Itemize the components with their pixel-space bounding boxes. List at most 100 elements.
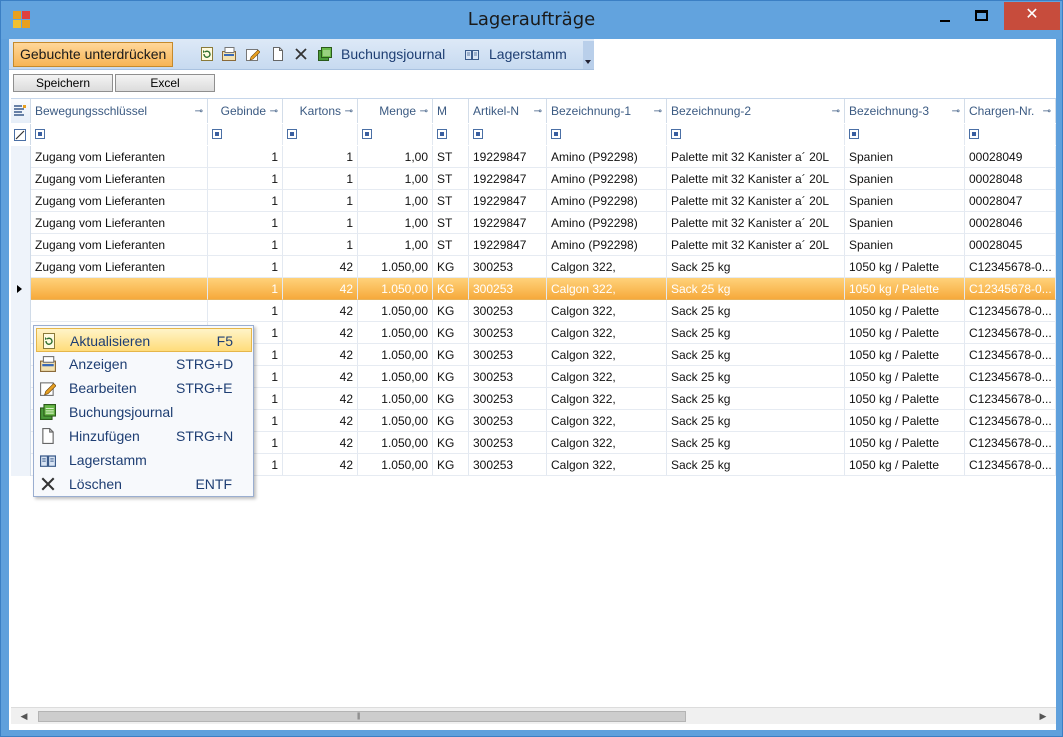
cell-bezeichnung-2[interactable]: Sack 25 kg	[667, 432, 845, 454]
view-icon[interactable]	[222, 47, 236, 61]
cell-mengeneinheit[interactable]: ST	[433, 146, 469, 168]
cell-menge[interactable]: 1.050,00	[358, 344, 433, 366]
cell-kartons[interactable]: 1	[283, 146, 358, 168]
cell-bezeichnung-3[interactable]: 1050 kg / Palette	[845, 322, 965, 344]
new-document-icon[interactable]	[271, 47, 285, 61]
row-selector[interactable]	[11, 168, 31, 190]
cell-bezeichnung-1[interactable]: Amino (P92298)	[547, 212, 667, 234]
column-chooser-icon[interactable]	[11, 99, 31, 123]
toolbar-journal-label[interactable]: Buchungsjournal	[341, 46, 445, 62]
filter-cell-artikel-nr[interactable]	[469, 124, 547, 145]
row-selector[interactable]	[11, 454, 31, 476]
cell-menge[interactable]: 1.050,00	[358, 410, 433, 432]
cell-gebinde[interactable]: 1	[208, 168, 283, 190]
filter-icon[interactable]	[849, 129, 859, 139]
cell-mengeneinheit[interactable]: KG	[433, 322, 469, 344]
cell-menge[interactable]: 1,00	[358, 146, 433, 168]
column-header-bezeichnung-3[interactable]: Bezeichnung-3 ⊸	[845, 99, 965, 123]
horizontal-scrollbar[interactable]: ◀ ||| ▶	[11, 707, 1056, 724]
data-grid[interactable]: Bewegungsschlüssel ⊸ Gebinde ⊸ Kartons ⊸ Menge…	[11, 98, 1056, 707]
table-row[interactable]: 1 42 1.050,00 KG 300253 Calgon 322, Sack 25 kg…	[11, 300, 1056, 322]
cell-bezeichnung-2[interactable]: Palette mit 32 Kanister a´ 20L	[667, 212, 845, 234]
menu-item-delete[interactable]: Löschen ENTF	[36, 472, 252, 496]
cell-bewegungsschluessel[interactable]: Zugang vom Lieferanten	[31, 212, 208, 234]
filter-icon[interactable]	[212, 129, 222, 139]
cell-chargen-nr[interactable]: C12345678-0...	[965, 256, 1056, 278]
cell-bezeichnung-2[interactable]: Sack 25 kg	[667, 388, 845, 410]
filter-cell-bezeichnung-3[interactable]	[845, 124, 965, 145]
cell-menge[interactable]: 1.050,00	[358, 256, 433, 278]
filter-cell-kartons[interactable]	[283, 124, 358, 145]
cell-menge[interactable]: 1.050,00	[358, 322, 433, 344]
filter-cell-chargen-nr[interactable]	[965, 124, 1056, 145]
cell-bezeichnung-1[interactable]: Calgon 322,	[547, 344, 667, 366]
cell-bezeichnung-2[interactable]: Palette mit 32 Kanister a´ 20L	[667, 190, 845, 212]
cell-bezeichnung-1[interactable]: Amino (P92298)	[547, 234, 667, 256]
cell-chargen-nr[interactable]: 00028047	[965, 190, 1056, 212]
scrollbar-thumb[interactable]: |||	[38, 711, 686, 722]
row-selector[interactable]	[11, 432, 31, 454]
cell-artikel-nr[interactable]: 300253	[469, 278, 547, 300]
hide-booked-button[interactable]: Gebuchte unterdrücken	[13, 42, 174, 67]
cell-artikel-nr[interactable]: 19229847	[469, 168, 547, 190]
cell-bezeichnung-3[interactable]: Spanien	[845, 168, 965, 190]
cell-bewegungsschluessel[interactable]: Zugang vom Lieferanten	[31, 190, 208, 212]
cell-bezeichnung-2[interactable]: Palette mit 32 Kanister a´ 20L	[667, 168, 845, 190]
cell-kartons[interactable]: 42	[283, 366, 358, 388]
cell-bezeichnung-3[interactable]: 1050 kg / Palette	[845, 300, 965, 322]
cell-bezeichnung-3[interactable]: 1050 kg / Palette	[845, 410, 965, 432]
cell-bezeichnung-1[interactable]: Calgon 322,	[547, 454, 667, 476]
filter-icon[interactable]	[437, 129, 447, 139]
cell-menge[interactable]: 1,00	[358, 234, 433, 256]
pin-icon[interactable]: ⊸	[420, 99, 428, 123]
cell-menge[interactable]: 1,00	[358, 168, 433, 190]
cell-bezeichnung-3[interactable]: 1050 kg / Palette	[845, 454, 965, 476]
cell-artikel-nr[interactable]: 300253	[469, 322, 547, 344]
cell-bezeichnung-3[interactable]: 1050 kg / Palette	[845, 256, 965, 278]
row-selector[interactable]	[11, 344, 31, 366]
row-selector[interactable]	[11, 300, 31, 322]
table-row[interactable]: 1 42 1.050,00 KG 300253 Calgon 322, Sack 25 kg…	[11, 278, 1056, 300]
cell-chargen-nr[interactable]: C12345678-0...	[965, 410, 1056, 432]
delete-icon[interactable]	[294, 47, 308, 61]
cell-chargen-nr[interactable]: C12345678-0...	[965, 366, 1056, 388]
pin-icon[interactable]: ⊸	[534, 99, 542, 123]
cell-gebinde[interactable]: 1	[208, 278, 283, 300]
cell-bezeichnung-2[interactable]: Sack 25 kg	[667, 300, 845, 322]
cell-bezeichnung-2[interactable]: Palette mit 32 Kanister a´ 20L	[667, 146, 845, 168]
toolbar-lagerstamm-label[interactable]: Lagerstamm	[489, 46, 567, 62]
close-button[interactable]: ✕	[1004, 2, 1060, 30]
cell-mengeneinheit[interactable]: KG	[433, 454, 469, 476]
cell-bezeichnung-1[interactable]: Calgon 322,	[547, 278, 667, 300]
cell-menge[interactable]: 1,00	[358, 190, 433, 212]
cell-menge[interactable]: 1.050,00	[358, 454, 433, 476]
cell-bezeichnung-3[interactable]: Spanien	[845, 146, 965, 168]
cell-bezeichnung-3[interactable]: 1050 kg / Palette	[845, 432, 965, 454]
column-header-bewegungsschluessel[interactable]: Bewegungsschlüssel ⊸	[31, 99, 208, 123]
column-header-artikel-nr[interactable]: Artikel-N ⊸	[469, 99, 547, 123]
cell-menge[interactable]: 1.050,00	[358, 366, 433, 388]
cell-bezeichnung-3[interactable]: Spanien	[845, 212, 965, 234]
cell-artikel-nr[interactable]: 300253	[469, 366, 547, 388]
cell-bezeichnung-3[interactable]: Spanien	[845, 190, 965, 212]
cell-kartons[interactable]: 42	[283, 322, 358, 344]
pin-icon[interactable]: ⊸	[952, 99, 960, 123]
filter-cell-menge[interactable]	[358, 124, 433, 145]
row-selector[interactable]	[11, 322, 31, 344]
cell-menge[interactable]: 1.050,00	[358, 278, 433, 300]
cell-mengeneinheit[interactable]: ST	[433, 234, 469, 256]
table-row[interactable]: Zugang vom Lieferanten 1 1 1,00 ST 19229847 Am…	[11, 190, 1056, 212]
cell-menge[interactable]: 1,00	[358, 212, 433, 234]
pin-icon[interactable]: ⊸	[195, 99, 203, 123]
cell-menge[interactable]: 1.050,00	[358, 388, 433, 410]
cell-artikel-nr[interactable]: 300253	[469, 454, 547, 476]
row-selector[interactable]	[11, 146, 31, 168]
cell-gebinde[interactable]: 1	[208, 146, 283, 168]
toolbar-overflow-button[interactable]	[583, 41, 594, 69]
cell-kartons[interactable]: 1	[283, 234, 358, 256]
cell-artikel-nr[interactable]: 19229847	[469, 190, 547, 212]
cell-mengeneinheit[interactable]: KG	[433, 388, 469, 410]
menu-item-edit[interactable]: Bearbeiten STRG+E	[36, 376, 252, 400]
cell-kartons[interactable]: 42	[283, 432, 358, 454]
cell-chargen-nr[interactable]: C12345678-0...	[965, 432, 1056, 454]
